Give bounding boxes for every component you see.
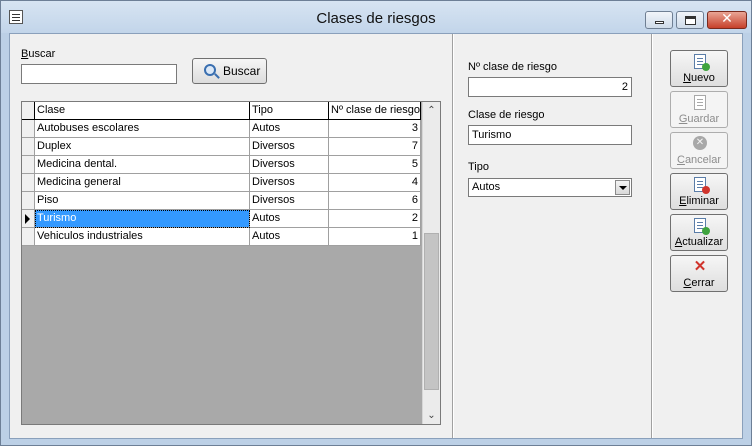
cell-tipo[interactable]: Diversos [250, 192, 329, 210]
close-icon: ✕ [721, 11, 733, 27]
cell-clase[interactable]: Turismo [35, 210, 250, 228]
header-num[interactable]: Nº clase de riesgo [329, 102, 421, 120]
maximize-icon [685, 16, 696, 25]
current-row-icon [25, 214, 30, 224]
client-area: Buscar Buscar Clase Tipo Nº clase de rie… [9, 33, 743, 439]
grid-scrollbar[interactable]: ⌃ ⌄ [422, 102, 440, 424]
num-label: Nº clase de riesgo [468, 61, 558, 73]
tipo-label: Tipo [468, 161, 489, 173]
title-bar[interactable]: Clases de riesgos ✕ [1, 1, 751, 33]
num-field[interactable]: 2 [468, 77, 632, 97]
clase-field[interactable]: Turismo [468, 125, 632, 145]
row-indicator[interactable] [22, 138, 35, 156]
row-indicator[interactable] [22, 120, 35, 138]
cell-num[interactable]: 1 [329, 228, 421, 246]
cell-num[interactable]: 4 [329, 174, 421, 192]
save-document-icon [694, 95, 706, 110]
cerrar-button[interactable]: ✕ Cerrar [670, 255, 728, 292]
cell-clase[interactable]: Vehiculos industriales [35, 228, 250, 246]
cell-clase[interactable]: Medicina dental. [35, 156, 250, 174]
cell-tipo[interactable]: Autos [250, 120, 329, 138]
header-tipo[interactable]: Tipo [250, 102, 329, 120]
maximize-button[interactable] [676, 11, 704, 29]
window: Clases de riesgos ✕ Buscar Buscar Clase … [0, 0, 752, 446]
actualizar-button[interactable]: Actualizar [670, 214, 728, 251]
scroll-down-icon[interactable]: ⌄ [423, 407, 440, 424]
row-indicator[interactable] [22, 156, 35, 174]
clases-grid[interactable]: Clase Tipo Nº clase de riesgo Autobuses … [21, 101, 441, 425]
guardar-button[interactable]: Guardar [670, 91, 728, 128]
cell-num[interactable]: 6 [329, 192, 421, 210]
row-indicator[interactable] [22, 210, 35, 228]
cell-num[interactable]: 7 [329, 138, 421, 156]
close-window-button[interactable]: ✕ [707, 11, 747, 29]
clase-label: Clase de riesgo [468, 109, 545, 121]
cell-tipo[interactable]: Autos [250, 228, 329, 246]
delete-document-icon [694, 177, 710, 194]
row-indicator[interactable] [22, 174, 35, 192]
cell-tipo[interactable]: Diversos [250, 174, 329, 192]
chevron-down-icon[interactable] [615, 180, 630, 195]
minimize-button[interactable] [645, 11, 673, 29]
cell-clase[interactable]: Duplex [35, 138, 250, 156]
search-button[interactable]: Buscar [192, 58, 267, 84]
scroll-thumb[interactable] [424, 233, 439, 390]
cell-clase[interactable]: Medicina general [35, 174, 250, 192]
cell-clase[interactable]: Piso [35, 192, 250, 210]
refresh-document-icon [694, 218, 710, 235]
header-indicator [22, 102, 35, 120]
cell-num[interactable]: 2 [329, 210, 421, 228]
close-x-icon: ✕ [693, 258, 707, 275]
tipo-select[interactable]: Autos [468, 178, 632, 197]
cancelar-button[interactable]: ✕ Cancelar [670, 132, 728, 169]
cell-tipo[interactable]: Diversos [250, 138, 329, 156]
header-clase[interactable]: Clase [35, 102, 250, 120]
cell-tipo[interactable]: Diversos [250, 156, 329, 174]
cell-clase[interactable]: Autobuses escolares [35, 120, 250, 138]
eliminar-button[interactable]: Eliminar [670, 173, 728, 210]
minimize-icon [655, 21, 664, 24]
cell-tipo[interactable]: Autos [250, 210, 329, 228]
magnifier-icon [204, 64, 216, 76]
row-indicator[interactable] [22, 228, 35, 246]
divider-left [452, 34, 454, 438]
window-title: Clases de riesgos [316, 10, 436, 27]
search-input[interactable] [21, 64, 177, 84]
divider-right [651, 34, 653, 438]
row-indicator[interactable] [22, 192, 35, 210]
cell-num[interactable]: 3 [329, 120, 421, 138]
cell-num[interactable]: 5 [329, 156, 421, 174]
cancel-icon: ✕ [693, 136, 707, 150]
nuevo-button[interactable]: Nuevo [670, 50, 728, 87]
scroll-up-icon[interactable]: ⌃ [423, 102, 440, 119]
new-document-icon [694, 54, 710, 71]
search-label: Buscar [21, 48, 56, 60]
